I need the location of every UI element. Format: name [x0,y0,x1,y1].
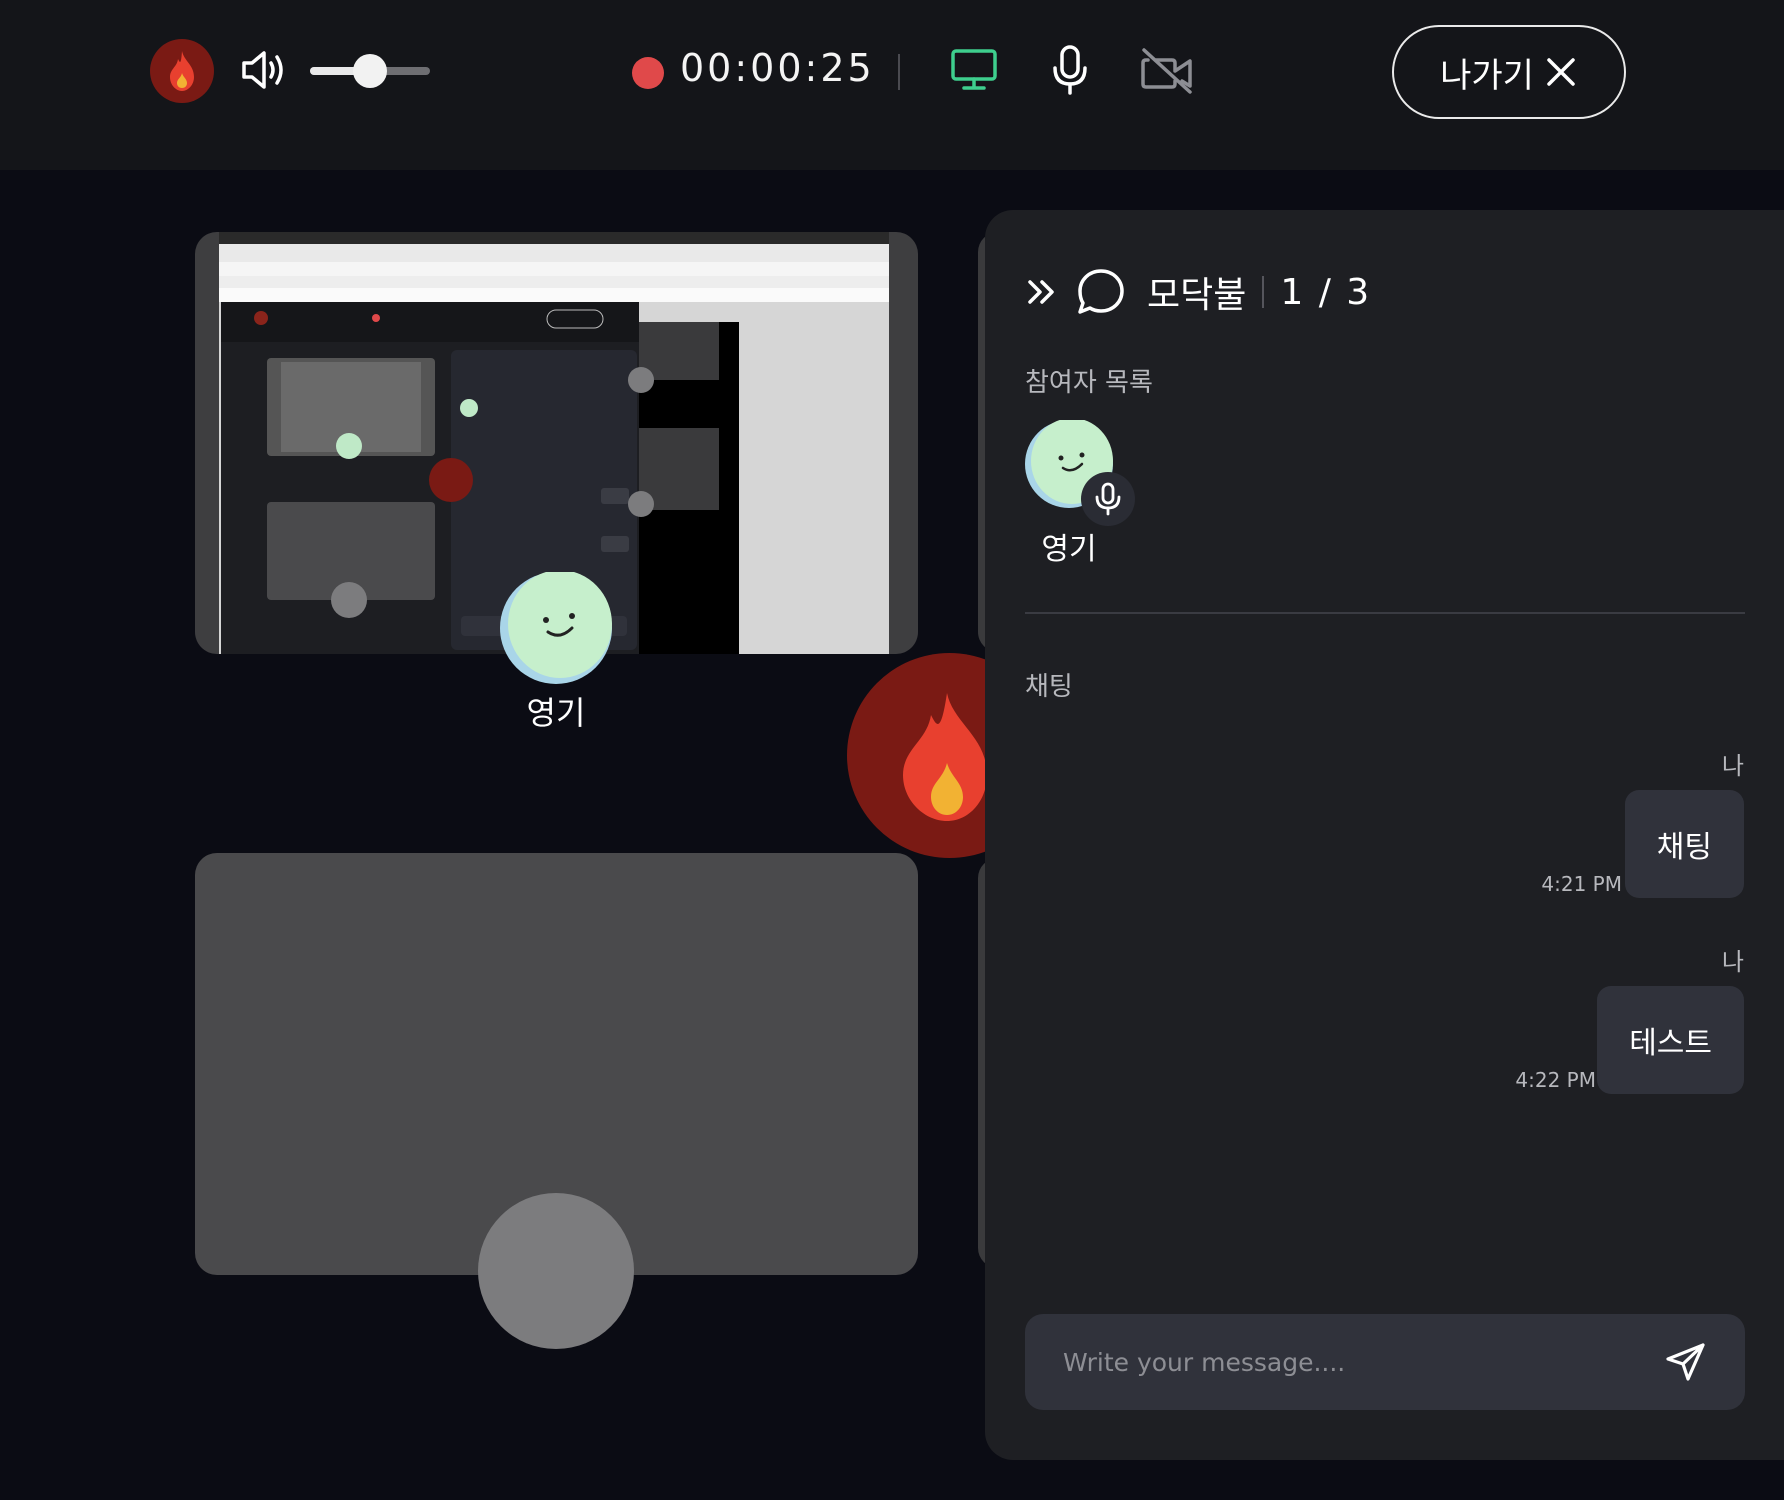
message-bubble: 테스트 [1597,986,1744,1094]
message-time: 4:22 PM [1515,1068,1596,1092]
screen-share-icon[interactable] [950,48,998,92]
participant-mic-icon [1081,472,1135,526]
message-bubble: 채팅 [1624,790,1744,898]
close-icon [1547,58,1575,86]
exit-button-label: 나가기 [1440,56,1534,95]
call-timer: 00:00:25 [680,46,875,90]
room-participant-count: 1 / 3 [1280,271,1372,313]
participant-name-label: 영기 [526,694,586,732]
section-divider [1025,612,1745,614]
recording-dot-icon [632,57,664,89]
empty-avatar [478,1193,634,1349]
header-divider [1262,276,1265,308]
fire-logo-icon [150,39,214,103]
send-icon[interactable] [1665,1342,1707,1382]
message-time: 4:21 PM [1541,872,1622,896]
speaker-icon[interactable] [240,48,290,92]
message-input-container [1025,1314,1745,1410]
message-sender: 나 [1721,948,1744,976]
toolbar-divider [898,54,900,90]
participant-name: 영기 [1041,532,1097,567]
participant-list-item: 영기 [1025,418,1135,568]
chat-bubble-icon [1078,269,1124,314]
participants-section-label: 참여자 목록 [1025,368,1153,398]
chat-panel: 모닥불 1 / 3 참여자 목록 영기 채팅 나 채팅 4:21 PM 나 테스… [985,210,1784,1460]
microphone-icon[interactable] [1050,44,1090,96]
collapse-chevron-icon[interactable] [1025,274,1061,310]
camera-off-icon[interactable] [1140,46,1194,94]
participant-avatar [1025,418,1135,526]
volume-slider[interactable] [310,54,430,88]
chat-section-label: 채팅 [1025,672,1073,702]
top-toolbar: 00:00:25 나가기 [0,0,1784,170]
room-name: 모닥불 [1147,275,1247,316]
message-input[interactable] [1063,1338,1623,1386]
message-sender: 나 [1721,752,1744,780]
volume-thumb[interactable] [353,54,387,88]
participant-avatar [500,570,612,684]
exit-button[interactable]: 나가기 [1392,25,1626,119]
chat-panel-header: 모닥불 1 / 3 [1025,262,1371,322]
